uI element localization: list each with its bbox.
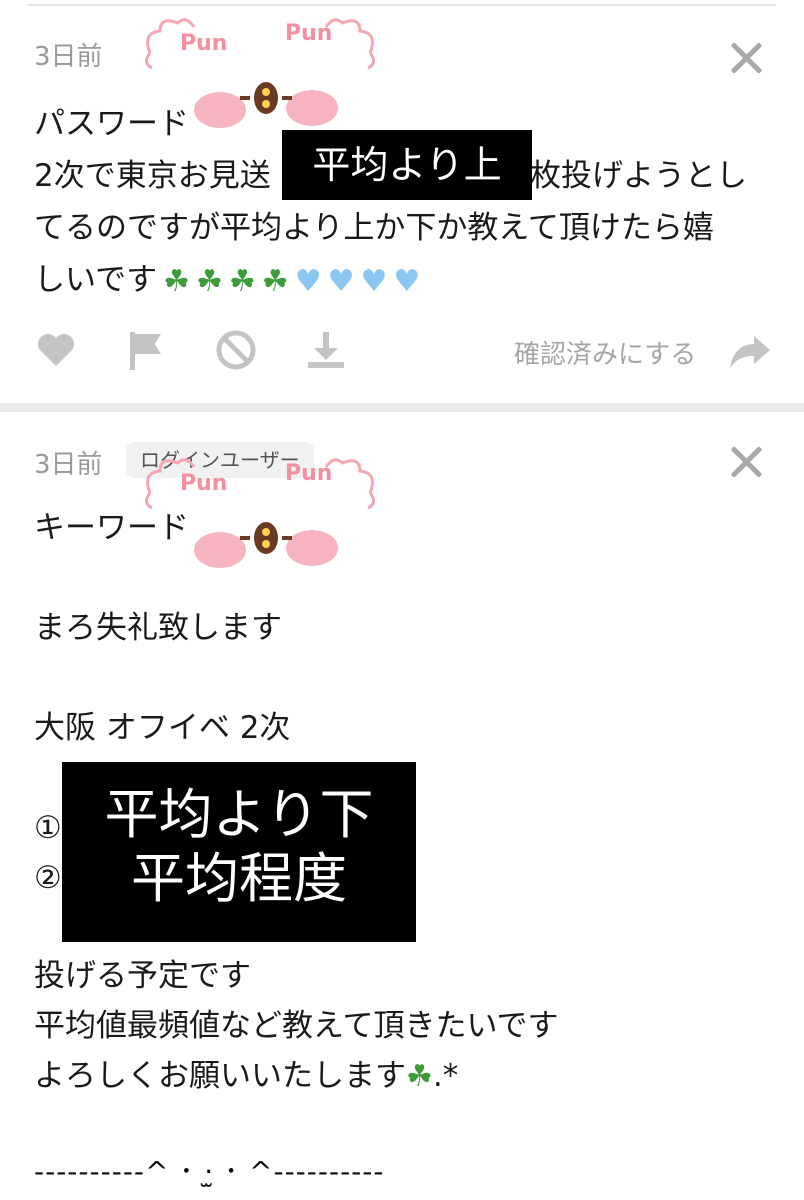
- action-bar: 確認済みにする: [0, 324, 804, 384]
- message-fragment: 2次で東京お見送: [34, 158, 271, 194]
- close-icon[interactable]: [728, 40, 764, 76]
- heart-icon[interactable]: [34, 328, 78, 372]
- message-fragment: .*: [432, 1058, 459, 1094]
- flag-icon[interactable]: [124, 328, 168, 372]
- clover-icon: ☘: [406, 1059, 433, 1094]
- clover-icon: ☘: [261, 263, 289, 299]
- block-icon[interactable]: [214, 328, 258, 372]
- message-line: キーワード: [34, 510, 189, 546]
- redaction-text: 平均程度: [131, 847, 347, 910]
- close-icon[interactable]: [728, 444, 764, 480]
- download-icon[interactable]: [304, 328, 348, 372]
- share-arrow-icon[interactable]: [728, 328, 772, 372]
- heart-blue-icon: ♥: [294, 263, 322, 299]
- mark-confirmed-button[interactable]: 確認済みにする: [514, 334, 696, 371]
- redaction-text: 平均より下: [104, 783, 374, 846]
- clover-icon: ☘: [195, 263, 223, 299]
- card-divider: [0, 403, 804, 412]
- message-line: パスワード: [34, 106, 189, 142]
- message-line: 大阪 オフイベ 2次: [34, 710, 291, 746]
- heart-blue-icon: ♥: [393, 263, 421, 299]
- message-line: しいです ☘ ☘ ☘ ☘ ♥ ♥ ♥ ♥: [34, 254, 420, 308]
- sticker-text-left: Pun: [180, 31, 227, 56]
- list-marker: ①: [34, 810, 62, 846]
- message-card-1: 3日前 Pun Pun パスワード 2次で東京お見送 枚投げようとし てるのです…: [0, 8, 804, 403]
- sticker-text-right: Pun: [285, 21, 332, 46]
- top-divider: [28, 4, 776, 6]
- message-fragment: よろしくお願いいたします: [34, 1058, 406, 1094]
- heart-blue-icon: ♥: [360, 263, 388, 299]
- clover-icon: ☘: [163, 263, 190, 299]
- emoji-row: ☘ ☘ ☘ ☘ ♥ ♥ ♥ ♥: [163, 256, 420, 308]
- footer-kaomoji-line: ----------^ ･ ·̫ ･ ^----------: [34, 1155, 385, 1188]
- heart-blue-icon: ♥: [327, 263, 355, 299]
- message-line: 2次で東京お見送: [34, 150, 271, 202]
- message-line: 平均値最頻値など教えて頂きたいです: [34, 1008, 559, 1044]
- message-line: よろしくお願いいたします☘.*: [34, 1050, 458, 1103]
- sticker-text-right: Pun: [285, 461, 332, 486]
- message-fragment: しいです: [34, 262, 158, 298]
- message-card-2: 3日前 ログインユーザー Pun Pun キーワード まろ失礼致します 大阪 オ…: [0, 412, 804, 1200]
- message-line: てるのですが平均より上か下か教えて頂けたら嬉: [34, 210, 714, 246]
- redaction-box: 平均より上: [282, 130, 532, 200]
- list-marker: ②: [34, 860, 62, 896]
- redaction-box: 平均より下 平均程度: [62, 762, 416, 942]
- message-line: まろ失礼致します: [34, 610, 282, 646]
- sticker-text-left: Pun: [180, 471, 227, 496]
- message-fragment: 枚投げようとし: [530, 158, 747, 194]
- timestamp: 3日前: [34, 450, 103, 480]
- clover-icon: ☘: [228, 263, 256, 299]
- timestamp: 3日前: [34, 42, 103, 72]
- message-line: 投げる予定です: [34, 958, 251, 994]
